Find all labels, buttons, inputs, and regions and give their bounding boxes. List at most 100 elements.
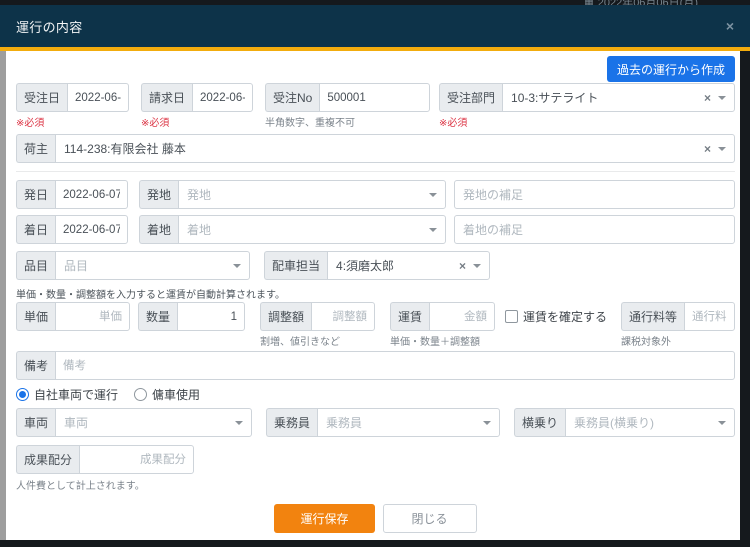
close-button[interactable]: 閉じる (383, 504, 477, 533)
driver-select[interactable]: 乗務員 (317, 408, 500, 437)
modal-body: 過去の運行から作成 受注日 請求日 受注No 受注部門 10-3:サテライト ×… (6, 51, 740, 540)
dispatcher-value: 4:須磨太郎 (336, 257, 452, 274)
item-group: 品目 品目 (16, 251, 250, 280)
price-notes: 割増、値引きなど 単価・数量＋調整額 課税対象外 (16, 332, 735, 345)
vehicle-placeholder: 車両 (64, 414, 228, 431)
departure-row: 発日 発地 発地 (16, 180, 735, 209)
departure-place-placeholder: 発地 (187, 186, 422, 203)
chevron-down-icon (233, 264, 241, 268)
clear-icon[interactable]: × (704, 143, 711, 155)
departure-place-group: 発地 発地 (139, 180, 446, 209)
item-select[interactable]: 品目 (55, 251, 250, 280)
item-placeholder: 品目 (64, 257, 226, 274)
toll-input[interactable] (684, 302, 735, 331)
quantity-group: 数量 (138, 302, 245, 331)
clear-icon[interactable]: × (704, 92, 711, 104)
dispatcher-group: 配車担当 4:須磨太郎 × (264, 251, 490, 280)
order-no-input[interactable] (319, 83, 430, 112)
radio-selected-icon[interactable] (16, 388, 29, 401)
adjustment-input[interactable] (311, 302, 375, 331)
toll-note: 課税対象外 (621, 333, 671, 348)
departure-note-input[interactable] (454, 180, 735, 209)
radio-unselected-icon[interactable] (134, 388, 147, 401)
billing-date-required-note: ※必須 (141, 114, 169, 129)
departure-date-input[interactable] (55, 180, 128, 209)
adjustment-label: 調整額 (260, 302, 311, 331)
order-no-group: 受注No (265, 83, 430, 112)
order-info-row: 受注日 請求日 受注No 受注部門 10-3:サテライト × (16, 83, 735, 112)
billing-date-group: 請求日 (141, 83, 253, 112)
order-no-note: 半角数字、重複不可 (265, 114, 355, 129)
toll-label: 通行料等 (621, 302, 684, 331)
dispatcher-select[interactable]: 4:須磨太郎 × (327, 251, 490, 280)
charter-label: 傭車使用 (152, 386, 200, 403)
driver-group: 乗務員 乗務員 (266, 408, 500, 437)
dispatcher-label: 配車担当 (264, 251, 327, 280)
order-date-required-note: ※必須 (16, 114, 44, 129)
billing-date-label: 請求日 (141, 83, 192, 112)
order-no-label: 受注No (265, 83, 319, 112)
adjustment-group: 調整額 (260, 302, 375, 331)
order-date-label: 受注日 (16, 83, 67, 112)
driver-label: 乗務員 (266, 408, 317, 437)
chevron-down-icon (473, 264, 481, 268)
shipper-select[interactable]: 114-238:有限会社 藤本 × (55, 134, 735, 163)
order-dept-value: 10-3:サテライト (511, 89, 697, 106)
arrival-place-placeholder: 着地 (187, 221, 422, 238)
departure-place-select[interactable]: 発地 (178, 180, 446, 209)
clear-icon[interactable]: × (459, 260, 466, 272)
driver-placeholder: 乗務員 (326, 414, 476, 431)
side-rider-placeholder: 乗務員(横乗り) (574, 414, 711, 431)
billing-date-input[interactable] (192, 83, 253, 112)
top-action-row: 過去の運行から作成 (16, 56, 735, 82)
arrival-note-input[interactable] (454, 215, 735, 244)
arrival-place-group: 着地 着地 (139, 215, 446, 244)
arrival-place-select[interactable]: 着地 (178, 215, 446, 244)
order-dept-select[interactable]: 10-3:サテライト × (502, 83, 735, 112)
unit-price-input[interactable] (55, 302, 130, 331)
modal-footer: 運行保存 閉じる (16, 504, 735, 533)
own-vehicle-label: 自社車両で運行 (34, 386, 118, 403)
remarks-input[interactable] (55, 351, 735, 380)
save-operation-button[interactable]: 運行保存 (274, 504, 374, 533)
side-rider-select[interactable]: 乗務員(横乗り) (565, 408, 735, 437)
fare-input[interactable] (429, 302, 495, 331)
vehicle-select[interactable]: 車両 (55, 408, 252, 437)
section-divider (16, 171, 735, 172)
profit-share-input[interactable] (79, 445, 194, 474)
remarks-label: 備考 (16, 351, 55, 380)
chevron-down-icon (718, 421, 726, 425)
chevron-down-icon (429, 193, 437, 197)
fare-label: 運賃 (390, 302, 429, 331)
confirm-fare-checkbox-wrap: 運賃を確定する (505, 302, 607, 331)
order-date-input[interactable] (67, 83, 129, 112)
order-date-group: 受注日 (16, 83, 129, 112)
charter-option[interactable]: 傭車使用 (134, 386, 200, 403)
chevron-down-icon (718, 96, 726, 100)
shipper-group: 荷主 114-238:有限会社 藤本 × (16, 134, 735, 163)
chevron-down-icon (235, 421, 243, 425)
own-vehicle-option[interactable]: 自社車両で運行 (16, 386, 118, 403)
remarks-group: 備考 (16, 351, 735, 380)
arrival-date-input[interactable] (55, 215, 128, 244)
confirm-fare-label: 運賃を確定する (523, 308, 607, 325)
item-label: 品目 (16, 251, 55, 280)
quantity-input[interactable] (177, 302, 245, 331)
departure-date-label: 発日 (16, 180, 55, 209)
order-info-notes: ※必須 ※必須 半角数字、重複不可 ※必須 (16, 113, 735, 126)
shipper-label: 荷主 (16, 134, 55, 163)
close-icon[interactable]: × (726, 18, 734, 34)
price-row: 単価 数量 調整額 運賃 運賃を確定する 通行料等 (16, 302, 735, 331)
arrival-place-label: 着地 (139, 215, 178, 244)
item-row: 品目 品目 配車担当 4:須磨太郎 × (16, 251, 735, 280)
auto-calc-hint: 単価・数量・調整額を入力すると運賃が自動計算されます。 (16, 286, 735, 299)
create-from-past-button[interactable]: 過去の運行から作成 (607, 56, 735, 82)
vehicle-label: 車両 (16, 408, 55, 437)
chevron-down-icon (718, 147, 726, 151)
arrival-date-label: 着日 (16, 215, 55, 244)
departure-place-label: 発地 (139, 180, 178, 209)
unit-price-group: 単価 (16, 302, 130, 331)
confirm-fare-checkbox[interactable] (505, 310, 518, 323)
profit-share-note: 人件費として計上されます。 (16, 477, 735, 490)
adjustment-note: 割増、値引きなど (260, 333, 340, 348)
